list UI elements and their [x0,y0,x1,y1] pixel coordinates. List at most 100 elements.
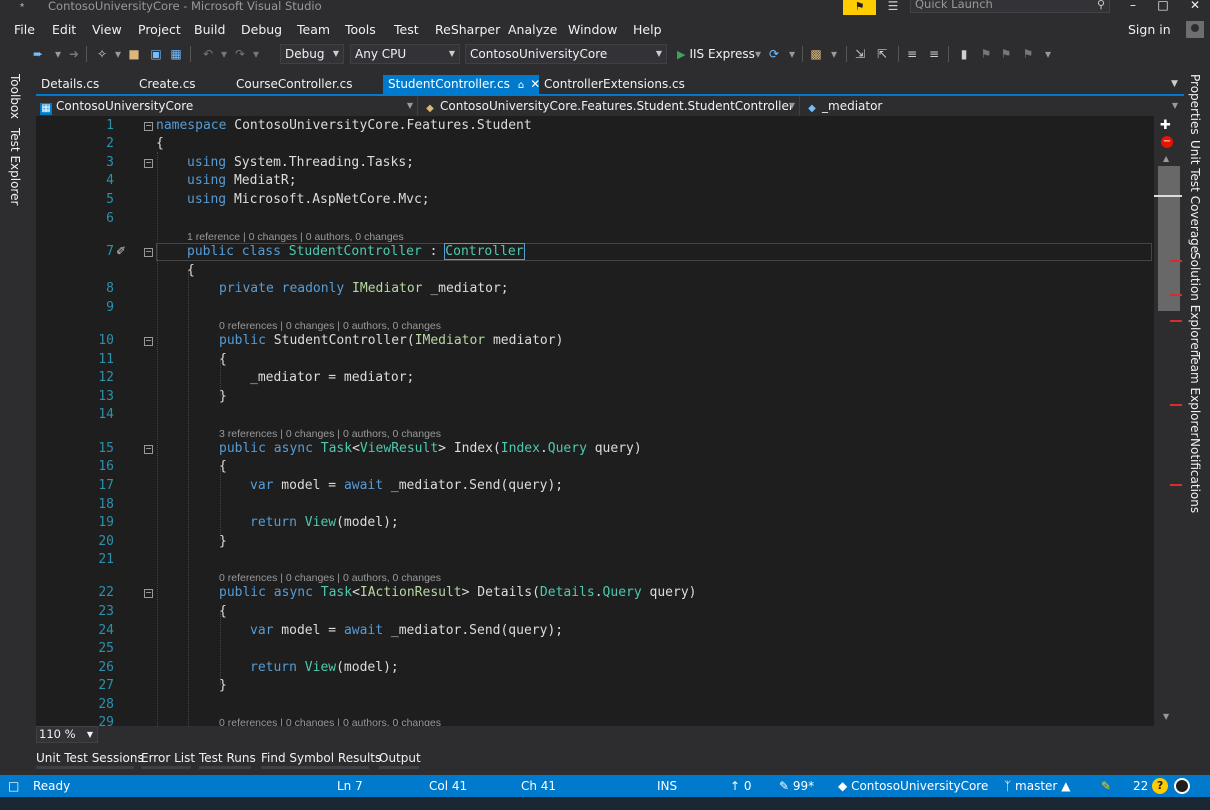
menu-team[interactable]: Team [297,21,330,39]
tab-controllerextensions-cs[interactable]: ControllerExtensions.cs [539,75,719,94]
prev-bookmark-icon[interactable]: ⚑ [978,45,994,63]
filter-icon[interactable]: ☰ [884,0,902,14]
bookmark-icon[interactable]: ▮ [956,45,972,63]
run-button[interactable]: ▶ IIS Express [677,44,755,64]
fold-collapse-icon[interactable]: − [144,159,153,168]
tab-coursecontroller-cs[interactable]: CourseController.cs [231,75,381,94]
feedback-icon[interactable]: ⚑ [843,0,876,15]
menu-test[interactable]: Test [394,21,419,39]
team-explorer-tab[interactable]: Team Explorer [1188,352,1202,438]
tab-create-cs[interactable]: Create.cs [134,75,229,94]
save-all-icon[interactable]: ▦ [168,45,184,63]
outdent-icon[interactable]: ≡ [926,45,942,63]
zoom-select[interactable]: 110 % ▼ [36,726,98,743]
menu-build[interactable]: Build [194,21,225,39]
menu-file[interactable]: File [14,21,35,39]
fold-collapse-icon[interactable]: − [144,122,153,131]
pin-icon[interactable]: ⌂ [518,80,524,91]
toolbox-tab[interactable]: Toolbox [8,74,22,119]
codelens-details[interactable]: 0 references | 0 changes | 0 authors, 0 … [219,571,441,585]
repository-status[interactable]: ◆ ContosoUniversityCore [838,775,988,797]
error-marker[interactable] [1170,484,1182,486]
codelens-ctor[interactable]: 0 references | 0 changes | 0 authors, 0 … [219,319,441,333]
branch-status[interactable]: ᛉ master ▲ [1004,775,1070,797]
step-over-icon[interactable]: ⇱ [874,45,890,63]
refresh-icon[interactable]: ⟳ [766,45,782,63]
tab-error-list[interactable]: Error List [141,749,195,769]
resharper-icon[interactable]: ✎ [1101,775,1111,797]
next-bookmark-icon[interactable]: ⚑ [998,45,1014,63]
menu-edit[interactable]: Edit [52,21,76,39]
error-icon[interactable]: − [1161,136,1173,148]
menu-tools[interactable]: Tools [345,21,376,39]
member-nav-select[interactable]: ◆ _mediator ▼ [802,96,1182,116]
unit-test-coverage-tab[interactable]: Unit Test Coverage [1188,140,1202,253]
menu-view[interactable]: View [92,21,122,39]
undo-icon[interactable]: ↶ [200,45,216,63]
codelens-class[interactable]: 1 reference | 0 changes | 0 authors, 0 c… [187,230,404,244]
notifications-status[interactable]: 22 ? [1133,775,1169,797]
scroll-down-icon[interactable]: ▼ [1163,712,1169,721]
menu-resharper[interactable]: ReSharper [435,21,500,39]
menu-project[interactable]: Project [138,21,181,39]
redo-icon[interactable]: ↷ [232,45,248,63]
menu-debug[interactable]: Debug [241,21,282,39]
push-status[interactable]: ↑ 0 [730,775,752,797]
tab-studentcontroller-cs[interactable]: StudentController.cs ⌂ ✕ [383,75,540,94]
tab-details-cs[interactable]: Details.cs [36,75,131,94]
quick-launch-input[interactable]: Quick Launch ⚲ [910,0,1110,13]
tab-unit-test-sessions[interactable]: Unit Test Sessions [36,749,144,769]
menu-window[interactable]: Window [568,21,617,39]
error-marker[interactable] [1170,320,1182,322]
pending-changes[interactable]: ✎ 99* [779,775,814,797]
fold-collapse-icon[interactable]: − [144,337,153,346]
fold-collapse-icon[interactable]: − [144,248,153,257]
clear-bookmarks-icon[interactable]: ⚑ [1020,45,1036,63]
test-explorer-tab[interactable]: Test Explorer [8,128,22,205]
tab-find-symbol-results[interactable]: Find Symbol Results [261,749,381,769]
codelens-index[interactable]: 3 references | 0 changes | 0 authors, 0 … [219,427,441,441]
dropdown-icon[interactable]: ▾ [784,45,800,63]
save-icon[interactable]: ▣ [148,45,164,63]
configuration-select[interactable]: Debug ▼ [280,44,344,64]
maximize-icon[interactable]: □ [1148,0,1178,12]
dropdown-icon[interactable]: ▾ [248,45,264,63]
solution-explorer-tab[interactable]: Solution Explorer [1188,252,1202,355]
dropdown-icon[interactable]: ▾ [216,45,232,63]
dropdown-icon[interactable]: ▾ [50,45,66,63]
dropdown-icon[interactable]: ▾ [110,45,126,63]
dropdown-icon[interactable]: ▾ [750,45,766,63]
scroll-up-icon[interactable]: ▲ [1163,154,1169,163]
tab-output[interactable]: Output [379,749,421,769]
split-icon[interactable]: ✚ [1160,118,1171,133]
error-marker[interactable] [1170,294,1182,296]
error-marker[interactable] [1170,404,1182,406]
type-nav-select[interactable]: ◆ ContosoUniversityCore.Features.Student.… [420,96,800,116]
project-nav-select[interactable]: ▦ ContosoUniversityCore ▼ [36,96,418,116]
close-icon[interactable]: ✕ [1180,0,1210,12]
signin-link[interactable]: Sign in [1128,21,1171,39]
indent-icon[interactable]: ≡ [904,45,920,63]
step-into-icon[interactable]: ⇲ [852,45,868,63]
startup-project-select[interactable]: ContosoUniversityCore ▼ [465,44,667,64]
tab-overflow-icon[interactable]: ▼ [1171,79,1178,89]
properties-tab[interactable]: Properties [1188,74,1202,135]
error-marker[interactable] [1170,260,1182,262]
menu-help[interactable]: Help [633,21,662,39]
notifications-tab[interactable]: Notifications [1188,438,1202,513]
new-project-icon[interactable]: ✧ [94,45,110,63]
account-icon[interactable] [1186,21,1204,38]
tab-test-runs[interactable]: Test Runs [199,749,256,769]
browser-link-icon[interactable]: ▩ [808,45,824,63]
scroll-thumb[interactable] [1158,166,1180,311]
codelens-next[interactable]: 0 references | 0 changes | 0 authors, 0 … [219,716,441,726]
forward-icon[interactable]: ➜ [66,45,82,63]
editor-vertical-scrollbar[interactable]: ✚ − ▲ ▼ [1154,116,1184,726]
platform-select[interactable]: Any CPU ▼ [350,44,460,64]
dropdown-icon[interactable]: ▾ [1040,45,1056,63]
open-folder-icon[interactable]: ■ [126,45,142,63]
menu-analyze[interactable]: Analyze [508,21,557,39]
back-icon[interactable]: ➨ [30,45,46,63]
dropdown-icon[interactable]: ▾ [826,45,842,63]
fold-collapse-icon[interactable]: − [144,589,153,598]
